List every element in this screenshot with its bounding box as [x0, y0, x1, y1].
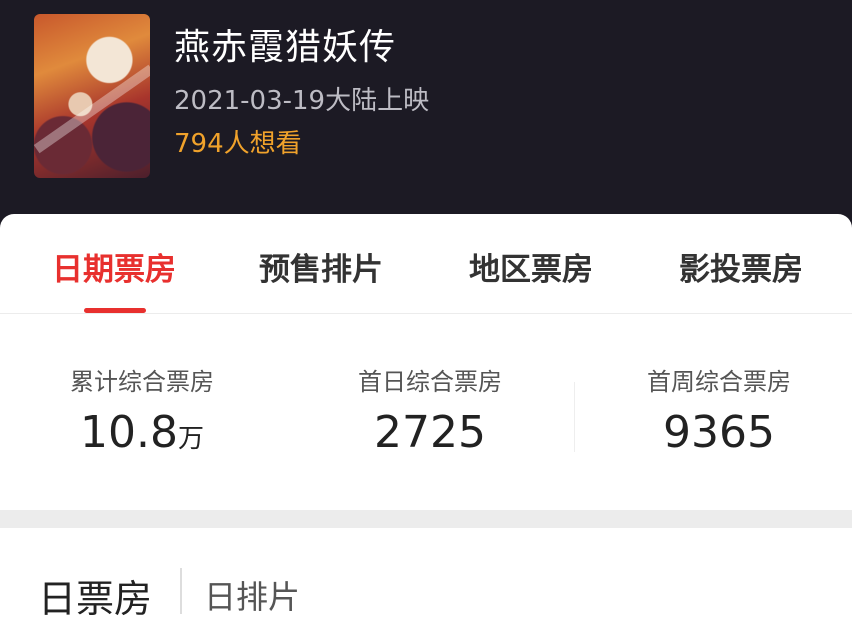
- movie-poster[interactable]: [34, 14, 150, 178]
- stat-first-week: 首周综合票房 9365: [579, 362, 852, 458]
- stat-divider: [574, 382, 575, 452]
- release-date: 2021-03-19大陆上映: [174, 86, 430, 116]
- daily-section: 日票房 日排片: [0, 528, 852, 644]
- stat-number: 10.8: [80, 407, 178, 458]
- tab-presale-schedule[interactable]: 预售排片: [259, 244, 383, 289]
- stat-label: 首日综合票房: [358, 368, 502, 396]
- tab-daily-schedule[interactable]: 日排片: [204, 572, 300, 618]
- tab-daily-box-office[interactable]: 日期票房: [52, 244, 176, 289]
- movie-header: 燕赤霞猎妖传 2021-03-19大陆上映 794人想看: [0, 0, 852, 240]
- stat-label: 累计综合票房: [70, 368, 214, 396]
- stat-unit: 万: [177, 424, 204, 454]
- tab-cinema-investor-box-office[interactable]: 影投票房: [679, 244, 803, 289]
- active-tab-indicator: [84, 308, 146, 313]
- stat-number: 9365: [663, 407, 775, 458]
- section-divider: [0, 510, 852, 528]
- tab-regional-box-office[interactable]: 地区票房: [469, 244, 593, 289]
- stat-value: 10.8万: [2, 407, 282, 458]
- stat-value: 2725: [290, 407, 570, 458]
- movie-title: 燕赤霞猎妖传: [174, 27, 397, 68]
- box-office-card: 日期票房 预售排片 地区票房 影投票房 累计综合票房 10.8万 首日综合票房 …: [0, 214, 852, 510]
- tab-daily-gross[interactable]: 日票房: [38, 568, 152, 623]
- stat-first-day: 首日综合票房 2725: [290, 362, 570, 458]
- stat-label: 首周综合票房: [647, 368, 791, 396]
- want-to-see-count: 794人想看: [174, 129, 302, 159]
- box-office-tabs: 日期票房 预售排片 地区票房 影投票房: [0, 214, 852, 314]
- stat-value: 9365: [579, 407, 852, 458]
- poster-artwork: [34, 64, 150, 154]
- sub-tab-separator: [180, 568, 182, 614]
- stat-cumulative: 累计综合票房 10.8万: [2, 362, 282, 458]
- stat-number: 2725: [374, 407, 486, 458]
